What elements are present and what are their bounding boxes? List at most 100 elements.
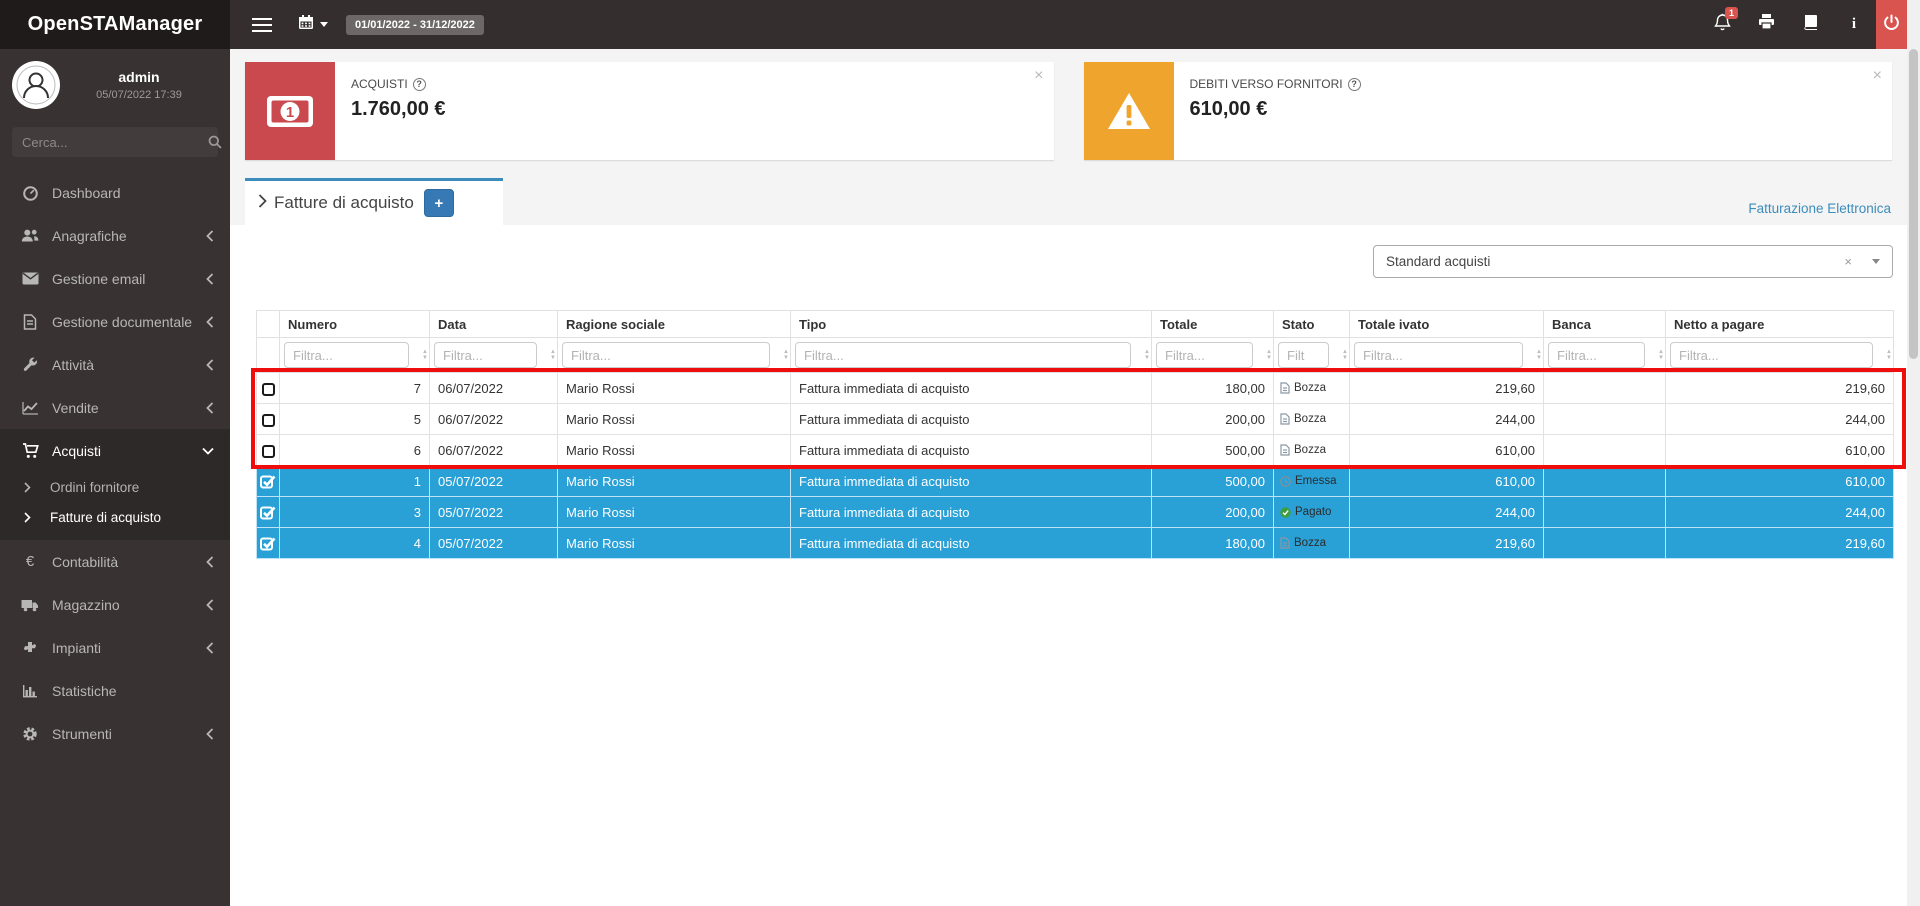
column-header[interactable]: Totale ivato	[1350, 311, 1544, 338]
search-icon[interactable]	[208, 135, 222, 149]
filter-input[interactable]	[1278, 342, 1329, 368]
filter-input[interactable]	[1548, 342, 1645, 368]
chevron-right-icon	[258, 193, 267, 213]
column-header[interactable]: Stato	[1274, 311, 1350, 338]
sidebar-item-impianti[interactable]: Impianti	[0, 626, 230, 669]
sidebar-item-magazzino[interactable]: Magazzino	[0, 583, 230, 626]
table-row[interactable]: 4 05/07/2022 Mario Rossi Fattura immedia…	[257, 528, 1894, 559]
filter-input[interactable]	[562, 342, 770, 368]
cell-netto-a-pagare: 610,00	[1666, 466, 1894, 497]
sidebar-item-acquisti[interactable]: Acquisti	[0, 429, 230, 472]
column-header[interactable]: Totale	[1152, 311, 1274, 338]
table-row[interactable]: 5 06/07/2022 Mario Rossi Fattura immedia…	[257, 404, 1894, 435]
sidebar-item-dashboard[interactable]: Dashboard	[0, 171, 230, 214]
sort-arrows-icon[interactable]: ▲▼	[550, 349, 556, 361]
row-checkbox[interactable]	[260, 535, 276, 550]
sidebar-item-statistiche[interactable]: Statistiche	[0, 669, 230, 712]
user-name: admin	[60, 69, 218, 85]
filter-cell: ▲▼	[430, 338, 558, 373]
chevron-left-icon	[206, 642, 214, 654]
sort-arrows-icon[interactable]: ▲▼	[1536, 349, 1542, 361]
clock-icon	[1280, 476, 1291, 487]
cell-banca	[1544, 404, 1666, 435]
sidebar-item-gestione-email[interactable]: Gestione email	[0, 257, 230, 300]
main-content: 1 ACQUISTI ? 1.760,00 € × DEBITI VERSO F…	[230, 49, 1907, 906]
close-icon[interactable]: ×	[1873, 67, 1882, 85]
sort-arrows-icon[interactable]: ▲▼	[783, 349, 789, 361]
filter-input[interactable]	[284, 342, 409, 368]
sidebar-item-strumenti[interactable]: Strumenti	[0, 712, 230, 755]
sidebar-subitem-fatture-di-acquisto[interactable]: Fatture di acquisto	[0, 502, 230, 532]
filter-cell: ▲▼	[1350, 338, 1544, 373]
sidebar-item-anagrafiche[interactable]: Anagrafiche	[0, 214, 230, 257]
date-range-badge[interactable]: 01/01/2022 - 31/12/2022	[346, 15, 484, 35]
sidebar-subitem-ordini-fornitore[interactable]: Ordini fornitore	[0, 472, 230, 502]
sort-arrows-icon[interactable]: ▲▼	[1266, 349, 1272, 361]
sidebar-item-gestione-documentale[interactable]: Gestione documentale	[0, 300, 230, 343]
filter-cell: ▲▼	[1152, 338, 1274, 373]
table-body: 7 06/07/2022 Mario Rossi Fattura immedia…	[257, 373, 1894, 559]
cell-stato: Bozza	[1274, 528, 1350, 559]
filter-input[interactable]	[1354, 342, 1523, 368]
column-header[interactable]: Banca	[1544, 311, 1666, 338]
wrench-icon	[21, 357, 39, 373]
help-icon[interactable]: ?	[1348, 78, 1361, 91]
close-icon[interactable]: ×	[1034, 67, 1043, 85]
column-header[interactable]: Data	[430, 311, 558, 338]
notifications-button[interactable]: 1	[1700, 0, 1744, 49]
sort-arrows-icon[interactable]: ▲▼	[1342, 349, 1348, 361]
sort-arrows-icon[interactable]: ▲▼	[1658, 349, 1664, 361]
cell-numero: 6	[280, 435, 430, 466]
tab-fatture-di-acquisto[interactable]: Fatture di acquisto +	[245, 178, 503, 225]
filter-cell: ▲▼	[1666, 338, 1894, 373]
column-header[interactable]: Netto a pagare	[1666, 311, 1894, 338]
info-button[interactable]: i	[1832, 0, 1876, 49]
table-row[interactable]: 1 05/07/2022 Mario Rossi Fattura immedia…	[257, 466, 1894, 497]
electronic-invoicing-link[interactable]: Fatturazione Elettronica	[1748, 201, 1891, 216]
printer-icon	[1758, 14, 1775, 35]
logout-button[interactable]	[1876, 0, 1907, 49]
column-header[interactable]: Tipo	[791, 311, 1152, 338]
table-row[interactable]: 6 06/07/2022 Mario Rossi Fattura immedia…	[257, 435, 1894, 466]
cell-totale: 500,00	[1152, 435, 1274, 466]
table-row[interactable]: 7 06/07/2022 Mario Rossi Fattura immedia…	[257, 373, 1894, 404]
filter-input[interactable]	[1156, 342, 1253, 368]
column-header[interactable]: Numero	[280, 311, 430, 338]
sidebar-item-attivita[interactable]: Attività	[0, 343, 230, 386]
column-header[interactable]: Ragione sociale	[558, 311, 791, 338]
filter-input[interactable]	[434, 342, 537, 368]
app-logo[interactable]: OpenSTAManager	[0, 0, 230, 49]
table-row[interactable]: 3 05/07/2022 Mario Rossi Fattura immedia…	[257, 497, 1894, 528]
row-checkbox[interactable]	[262, 383, 275, 396]
filter-input[interactable]	[795, 342, 1131, 368]
status-badge: Bozza	[1294, 537, 1326, 549]
clear-selection-icon[interactable]: ×	[1844, 254, 1852, 269]
filter-input[interactable]	[1670, 342, 1873, 368]
row-checkbox[interactable]	[262, 414, 275, 427]
add-invoice-button[interactable]: +	[424, 189, 454, 217]
cell-netto-a-pagare: 244,00	[1666, 497, 1894, 528]
search-input[interactable]	[12, 135, 208, 150]
help-icon[interactable]: ?	[413, 78, 426, 91]
row-checkbox[interactable]	[260, 473, 276, 488]
hamburger-menu-icon[interactable]	[252, 14, 272, 36]
row-checkbox-cell	[257, 497, 280, 528]
row-checkbox[interactable]	[260, 504, 276, 519]
documentation-button[interactable]	[1788, 0, 1832, 49]
module-select[interactable]: Standard acquisti ×	[1373, 245, 1893, 278]
cell-totale-ivato: 244,00	[1350, 404, 1544, 435]
sort-arrows-icon[interactable]: ▲▼	[1886, 349, 1892, 361]
calendar-icon	[298, 14, 314, 35]
sort-arrows-icon[interactable]: ▲▼	[1144, 349, 1150, 361]
avatar[interactable]	[12, 61, 60, 109]
row-checkbox[interactable]	[262, 445, 275, 458]
print-button[interactable]	[1744, 0, 1788, 49]
scrollbar-thumb[interactable]	[1909, 49, 1918, 359]
sidebar-item-vendite[interactable]: Vendite	[0, 386, 230, 429]
calendar-dropdown[interactable]	[298, 14, 328, 35]
cell-stato: Emessa	[1274, 466, 1350, 497]
sort-arrows-icon[interactable]: ▲▼	[422, 349, 428, 361]
cell-ragione-sociale: Mario Rossi	[558, 435, 791, 466]
sidebar-item-contabilita[interactable]: € Contabilità	[0, 540, 230, 583]
row-checkbox-cell	[257, 373, 280, 404]
